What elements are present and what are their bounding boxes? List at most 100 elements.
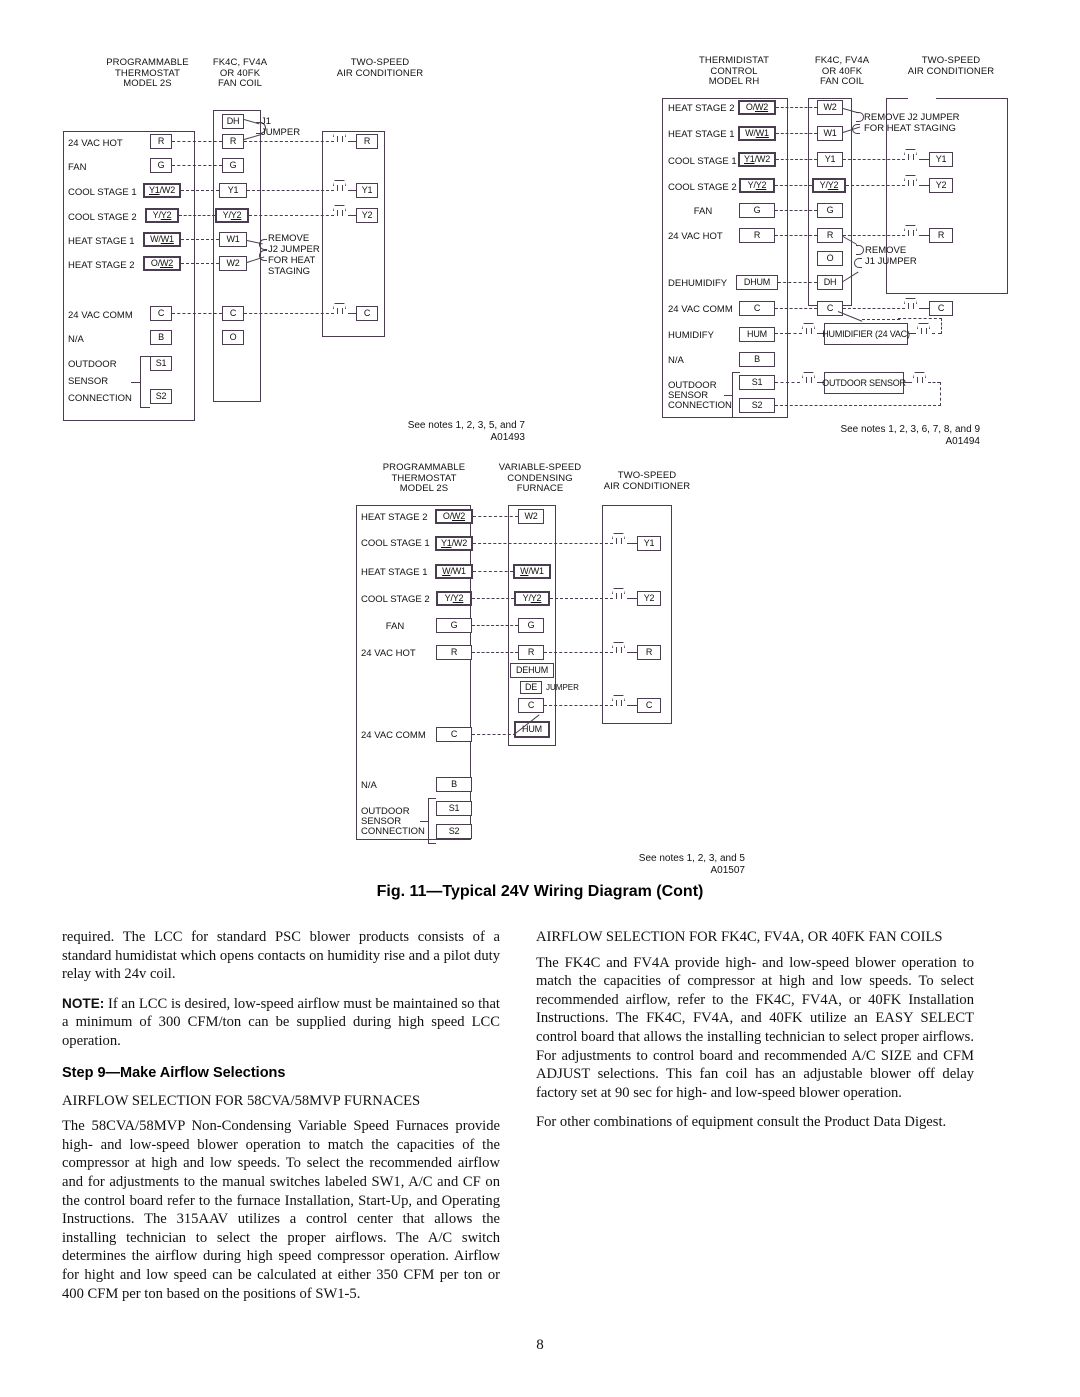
diagram3-terminal-left-3[interactable]: Y/Y2 [436,591,472,606]
diagram3-sensor-bracket [428,798,436,844]
diagram2-terminal-middle-4[interactable]: G [817,203,843,218]
diagram2-terminal-right-2[interactable]: Y1 [929,152,953,167]
diagram3-terminal-middle-7[interactable]: DE [520,681,542,694]
diagram3-terminal-left-13[interactable]: S2 [436,824,472,839]
diagram3-terminal-right-3[interactable]: Y2 [637,591,661,606]
diagram1-terminal-middle-3[interactable]: Y/Y2 [215,208,249,223]
diagram1-terminal-middle-0[interactable]: R [222,134,244,149]
diagram2-terminal-middle-8[interactable]: C [817,301,843,316]
diagram2-wire-os-riser [940,382,941,406]
diagram1-terminal-right-3[interactable]: Y2 [356,208,378,223]
diagram3-row-label-13: CONNECTION [361,826,425,837]
diagram2-terminal-middle-6[interactable]: O [817,251,843,266]
note-text: If an LCC is desired, low-speed airflow … [62,995,500,1049]
diagram2-terminal-middle-0[interactable]: W2 [817,100,843,115]
diagram1-terminal-right-2[interactable]: Y1 [356,183,378,198]
diagram3-wire-row4 [472,625,518,626]
diagram2-terminal-middle-3[interactable]: Y/Y2 [812,178,846,193]
diagram3-wire-row2 [473,571,513,572]
diagram2-annotation-j1: REMOVE J1 JUMPER [865,245,917,267]
body-left-column: required. The LCC for standard PSC blowe… [62,928,500,1314]
diagram2-wire-row0 [776,107,817,108]
diagram3-row-label-3: COOL STAGE 2 [361,594,430,605]
diagram2-terminal-left-1[interactable]: W/W1 [738,126,776,141]
diagram2-terminal-left-11[interactable]: S1 [739,375,775,390]
diagram3-row-label-2: HEAT STAGE 1 [361,567,428,578]
diagram2-terminal-left-8[interactable]: C [739,301,775,316]
diagram2-wire-hum-a [775,333,788,334]
diagram2-row-label-1: HEAT STAGE 1 [668,129,735,140]
diagram2-terminal-left-9[interactable]: HUM [739,327,775,342]
diagram3-terminal-right-8[interactable]: C [637,698,661,713]
step-9-heading: Step 9—Make Airflow Selections [62,1064,286,1081]
left-subhead: AIRFLOW SELECTION FOR 58CVA/58MVP FURNAC… [62,1092,421,1109]
diagram2-terminal-left-0[interactable]: O/W2 [738,100,776,115]
diagram3-terminal-middle-5[interactable]: R [518,645,544,660]
diagram1-terminal-middle-6[interactable]: C [222,306,244,321]
diagram1-terminal-left-1[interactable]: G [150,158,172,173]
diagram1-terminal-left-10[interactable]: S2 [150,389,172,404]
diagram3-terminal-middle-8[interactable]: C [518,698,544,713]
diagram2-thermidistat-panel [662,98,788,418]
diagram3-terminal-left-9[interactable]: C [436,727,472,742]
diagram3-annotation-jumper: JUMPER [546,683,579,692]
diagram3-terminal-left-4[interactable]: G [436,618,472,633]
diagram1-row-label-3: COOL STAGE 2 [68,212,137,223]
diagram3-terminal-middle-2[interactable]: W/W1 [513,564,551,579]
right-para-1: The FK4C and FV4A provide high- and low-… [536,954,974,1101]
diagram1-terminal-left-7[interactable]: B [150,330,172,345]
diagram1-terminal-left-4[interactable]: W/W1 [143,232,181,247]
diagram1-terminal-left-5[interactable]: O/W2 [143,256,181,271]
diagram2-terminal-right-3[interactable]: Y2 [929,178,953,193]
diagram1-sensor-bracket [140,356,150,408]
diagram3-wire-row8 [544,705,613,706]
diagram2-terminal-left-5[interactable]: R [739,228,775,243]
diagram1-terminal-middle-5[interactable]: W2 [219,256,247,271]
diagram1-see-notes: See notes 1, 2, 3, 5, and 7 A01493 [407,420,525,443]
diagram3-terminal-left-5[interactable]: R [436,645,472,660]
diagram2-terminal-left-3[interactable]: Y/Y2 [739,178,775,193]
diagram1-terminal-right-6[interactable]: C [356,306,378,321]
diagram1-terminal-left-6[interactable]: C [150,306,172,321]
diagram2-terminal-left-10[interactable]: B [739,352,775,367]
diagram1-row-label-10: CONNECTION [68,393,132,404]
diagram1-terminal-middle-7[interactable]: O [222,330,244,345]
diagram3-terminal-middle-4[interactable]: G [518,618,544,633]
diagram1-terminal-left-8[interactable]: S1 [150,356,172,371]
diagram3-terminal-left-11[interactable]: S1 [436,801,472,816]
diagram3-terminal-middle-3[interactable]: Y/Y2 [514,591,550,606]
diagram1-terminal-left-3[interactable]: Y/Y2 [145,208,179,223]
diagram2-terminal-middle-5[interactable]: R [817,228,843,243]
diagram2-terminal-left-4[interactable]: G [739,203,775,218]
diagram1-terminal-left-0[interactable]: R [150,134,172,149]
diagram1-sensor-bracket-stub [131,382,141,383]
diagram3-terminal-left-1[interactable]: Y1/W2 [435,536,473,551]
diagram1-terminal-dh[interactable]: DH [222,114,244,129]
diagram1-terminal-middle-1[interactable]: G [222,158,244,173]
diagram3-terminal-left-2[interactable]: W/W1 [435,564,473,579]
diagram2-terminal-left-2[interactable]: Y1/W2 [738,152,776,167]
diagram1-j2-hook-lower [259,250,267,261]
diagram2-terminal-right-8[interactable]: C [929,301,953,316]
diagram2-row-label-13: CONNECTION [668,400,732,411]
diagram2-row-label-7: DEHUMIDIFY [668,278,728,289]
diagram2-terminal-right-5[interactable]: R [929,228,953,243]
diagram2-terminal-middle-1[interactable]: W1 [817,126,843,141]
diagram3-terminal-left-0[interactable]: O/W2 [435,509,473,524]
diagram2-terminal-left-7[interactable]: DHUM [736,275,778,290]
diagram3-terminal-middle-0[interactable]: W2 [518,509,544,524]
diagram1-terminal-right-0[interactable]: R [356,134,378,149]
diagram2-wire-s2 [775,405,941,406]
diagram1-terminal-middle-4[interactable]: W1 [219,232,247,247]
diagram3-terminal-right-1[interactable]: Y1 [637,536,661,551]
diagram3-terminal-left-10[interactable]: B [436,777,472,792]
diagram3-terminal-middle-6[interactable]: DEHUM [510,663,554,678]
diagram1-terminal-left-2[interactable]: Y1/W2 [143,183,181,198]
diagram1-terminal-middle-2[interactable]: Y1 [219,183,247,198]
diagram2-terminal-left-13[interactable]: S2 [739,398,775,413]
diagram2-terminal-middle-7[interactable]: DH [817,275,843,290]
diagram2-terminal-middle-2[interactable]: Y1 [817,152,843,167]
diagram2-row-label-3: COOL STAGE 2 [668,182,737,193]
diagram3-row-label-0: HEAT STAGE 2 [361,512,428,523]
diagram3-terminal-right-5[interactable]: R [637,645,661,660]
